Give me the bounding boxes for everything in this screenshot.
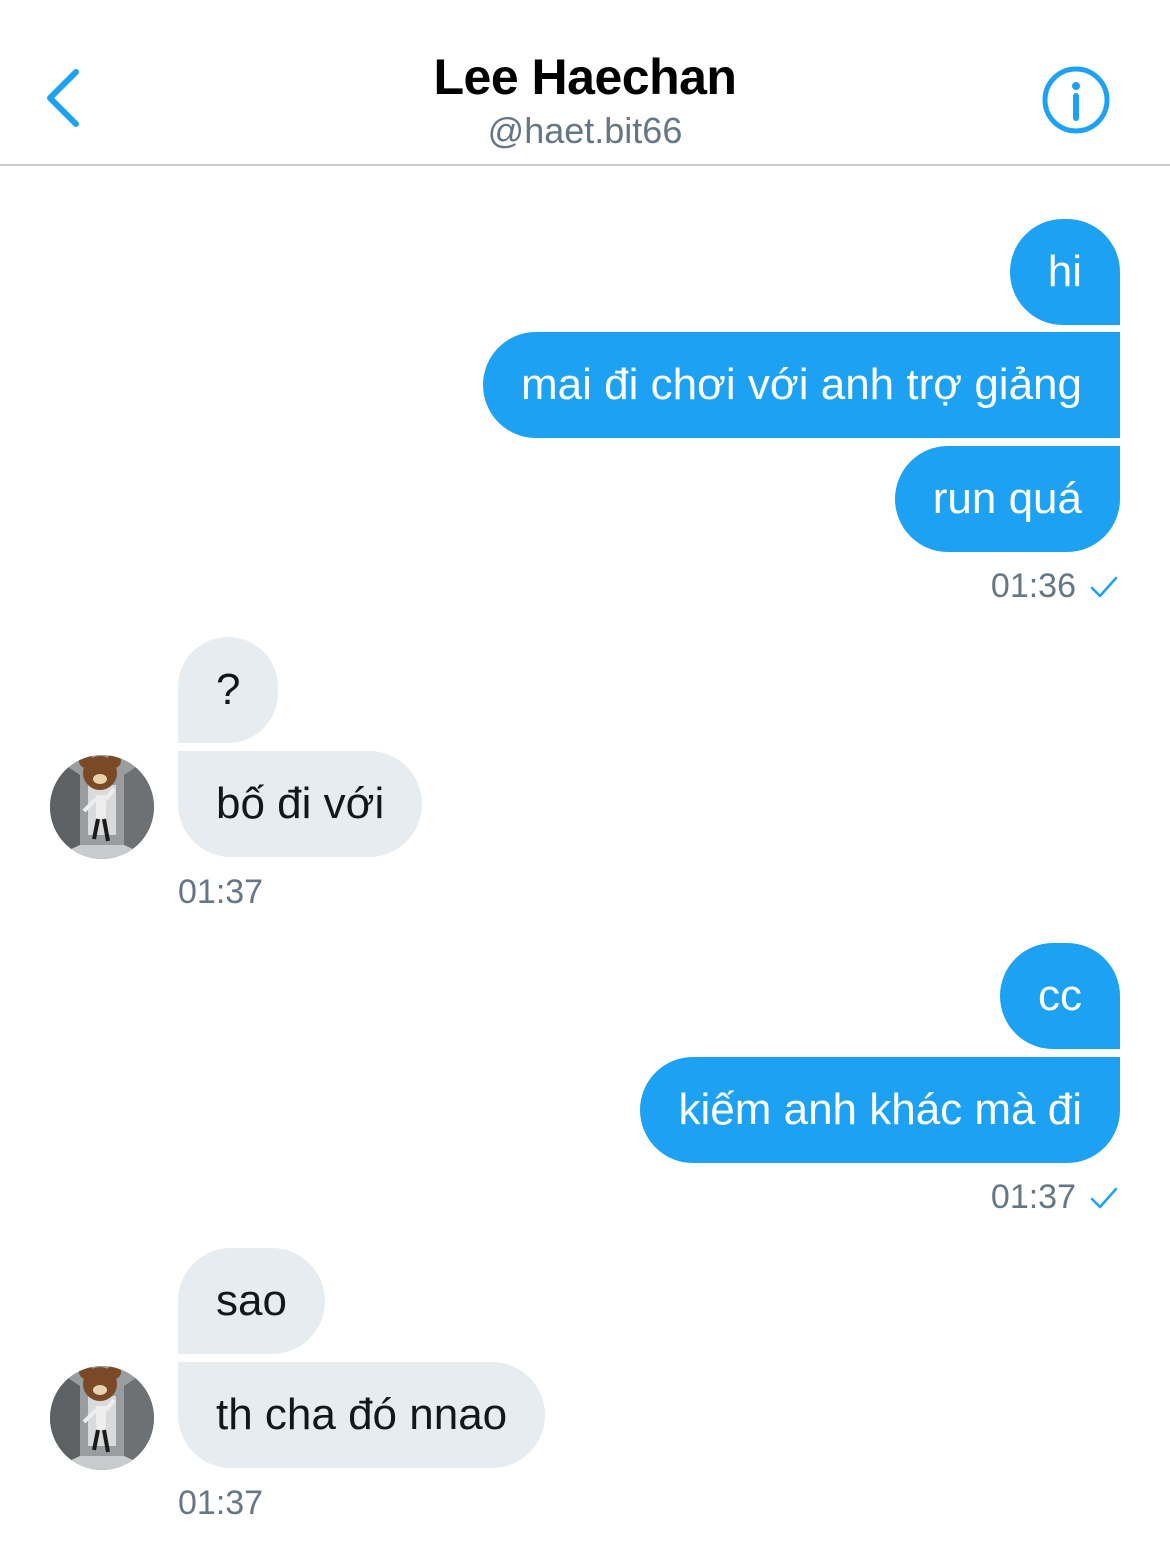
- message-bubble-outgoing[interactable]: run quá: [894, 446, 1120, 552]
- checkmark-icon: [1090, 1180, 1118, 1219]
- checkmark-icon: [1090, 569, 1118, 608]
- conversation-header: Lee Haechan @haet.bit66: [0, 0, 1170, 166]
- info-circle-icon: [1042, 66, 1110, 134]
- timestamp-text: 01:36: [990, 567, 1076, 605]
- message-timestamp: 01:37: [991, 1178, 1118, 1219]
- avatar[interactable]: [50, 1366, 154, 1470]
- message-timestamp: 01:37: [178, 1484, 264, 1522]
- message-bubble-outgoing[interactable]: mai đi chơi với anh trợ giảng: [482, 332, 1120, 438]
- message-bubble-incoming[interactable]: bố đi với: [178, 751, 423, 857]
- message-bubble-incoming[interactable]: th cha đó nnao: [178, 1362, 546, 1468]
- info-button[interactable]: [1040, 64, 1112, 136]
- message-bubble-incoming[interactable]: ?: [178, 637, 279, 743]
- message-bubble-outgoing[interactable]: kiếm anh khác mà đi: [640, 1057, 1120, 1163]
- message-bubble-incoming[interactable]: sao: [178, 1248, 325, 1354]
- avatar[interactable]: [50, 755, 154, 859]
- message-timestamp: 01:36: [991, 567, 1118, 608]
- message-bubble-outgoing[interactable]: hi: [1009, 219, 1120, 325]
- timestamp-text: 01:37: [990, 1178, 1076, 1216]
- contact-name[interactable]: Lee Haechan: [0, 48, 1170, 106]
- message-timestamp: 01:37: [178, 873, 264, 911]
- message-bubble-outgoing[interactable]: cc: [1000, 943, 1120, 1049]
- contact-handle: @haet.bit66: [487, 110, 683, 151]
